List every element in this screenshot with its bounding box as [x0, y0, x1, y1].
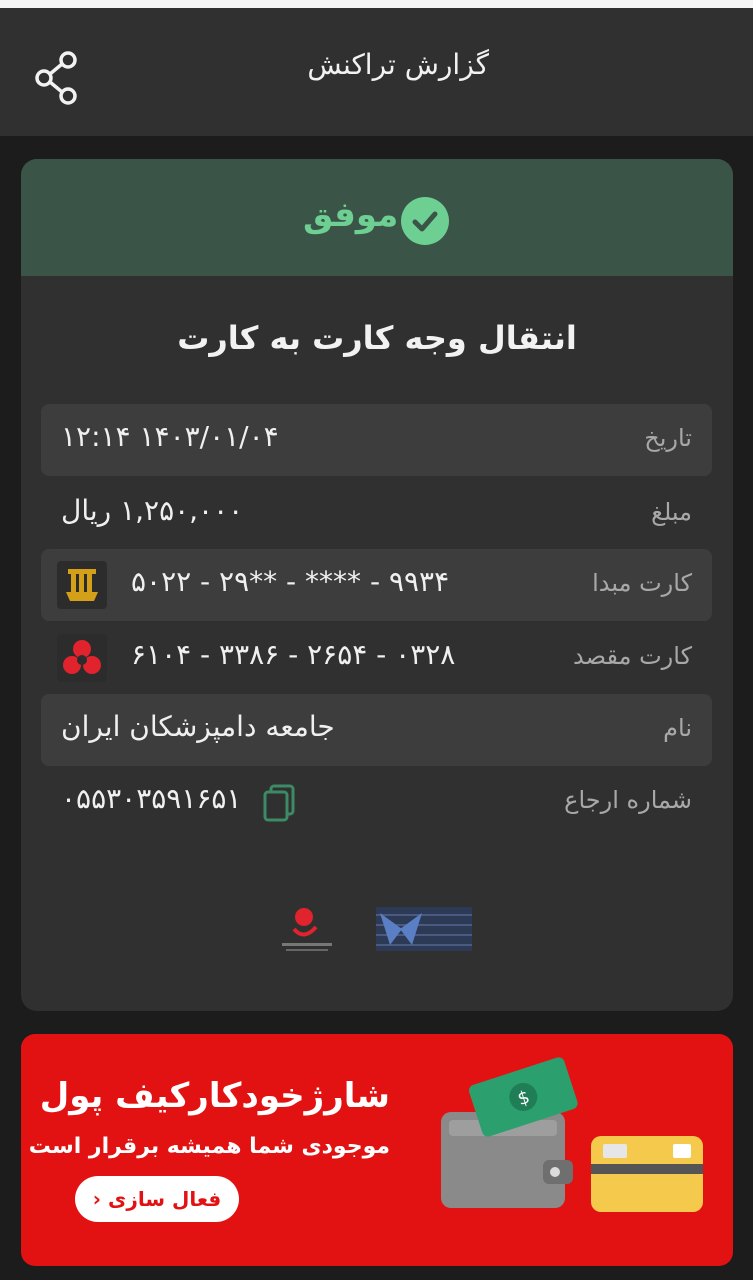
transaction-type: انتقال وجه کارت به کارت — [177, 319, 577, 357]
auto-charge-wallet-banner[interactable]: شارژخودکارکیف پول موجودی شما همیشه برقرا… — [21, 1034, 733, 1266]
pasargad-bank-logo — [57, 561, 107, 609]
transaction-receipt-card: موفق انتقال وجه کارت به کارت تاریخ ۱۴۰۳/… — [21, 159, 733, 1011]
reference-label: شماره ارجاع — [564, 786, 692, 814]
activate-button-label: فعال سازی — [107, 1187, 222, 1211]
destination-card-number: ۶۱۰۴ - ۳۳۸۶ - ۲۶۵۴ - ۰۳۲۸ — [131, 638, 456, 671]
mellat-bank-logo — [57, 634, 107, 682]
reference-row: شماره ارجاع ۰۵۵۳۰۳۵۹۱۶۵۱ — [41, 766, 712, 838]
ap-logo — [282, 908, 332, 951]
date-value: ۱۴۰۳/۰۱/۰۴ ۱۲:۱۴ — [61, 420, 279, 453]
activate-button[interactable]: فعال سازی ‹ — [75, 1176, 239, 1222]
banner-subtitle: موجودی شما همیشه برقرار است — [28, 1134, 390, 1159]
footer-logos — [282, 907, 472, 951]
source-card-label: کارت مبدا — [592, 569, 692, 597]
destination-card-row: کارت مقصد ۶۱۰۴ - ۳۳۸۶ - ۲۶۵۴ - ۰۳۲۸ — [41, 622, 712, 694]
source-card-row: کارت مبدا ۵۰۲۲ - ۲۹** - **** - ۹۹۳۴ — [41, 549, 712, 621]
shaparak-logo — [376, 907, 472, 951]
name-value: جامعه دامپزشکان ایران — [61, 710, 335, 743]
date-label: تاریخ — [644, 424, 692, 452]
banner-illustration: $ — [441, 1057, 703, 1212]
amount-value: ۱,۲۵۰,۰۰۰ ریال — [61, 494, 244, 527]
reference-value: ۰۵۵۳۰۳۵۹۱۶۵۱ — [61, 782, 242, 815]
status-strip — [0, 0, 753, 8]
page-title: گزارش تراکنش — [307, 48, 489, 81]
status-banner: موفق — [21, 159, 733, 276]
date-row: تاریخ ۱۴۰۳/۰۱/۰۴ ۱۲:۱۴ — [41, 404, 712, 476]
status-label: موفق — [303, 195, 399, 235]
chevron-left-icon: ‹ — [92, 1187, 102, 1211]
amount-label: مبلغ — [651, 498, 692, 526]
destination-card-label: کارت مقصد — [573, 642, 692, 670]
source-card-number: ۵۰۲۲ - ۲۹** - **** - ۹۹۳۴ — [131, 565, 450, 598]
app-header: گزارش تراکنش — [0, 8, 753, 136]
amount-row: مبلغ ۱,۲۵۰,۰۰۰ ریال — [41, 478, 712, 550]
credit-card-icon — [591, 1136, 703, 1212]
check-circle-icon — [401, 197, 449, 245]
name-row: نام جامعه دامپزشکان ایران — [41, 694, 712, 766]
copy-icon[interactable] — [259, 782, 301, 824]
share-button[interactable] — [30, 48, 82, 108]
banner-title: شارژخودکارکیف پول — [39, 1076, 390, 1116]
name-label: نام — [663, 714, 692, 742]
share-icon — [35, 51, 77, 105]
